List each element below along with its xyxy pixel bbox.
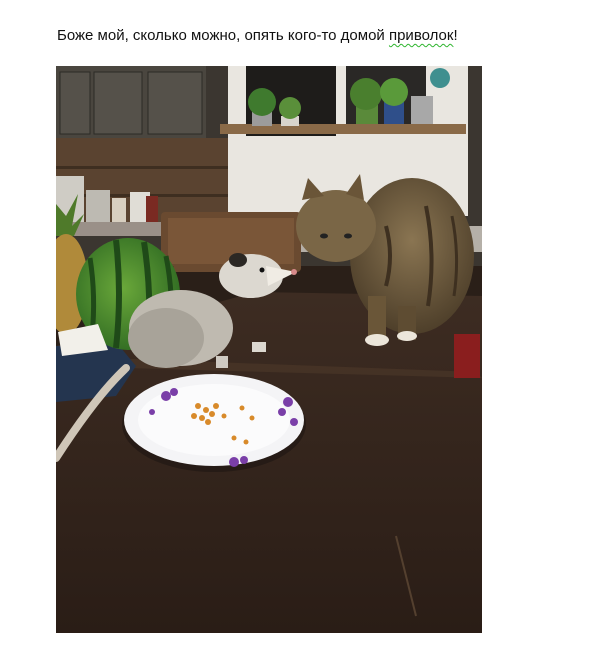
post-photo (56, 66, 482, 633)
caption-text-start: Боже мой, сколько можно, опять кого-то д… (57, 27, 389, 44)
plate (122, 374, 306, 472)
snack-bag (454, 334, 480, 378)
caption-text-end: ! (453, 27, 458, 44)
photo-image (56, 66, 482, 633)
canister (86, 190, 110, 222)
post-caption: Боже мой, сколько можно, опять кого-то д… (57, 27, 458, 44)
caption-flagged-word: приволок (388, 27, 454, 44)
